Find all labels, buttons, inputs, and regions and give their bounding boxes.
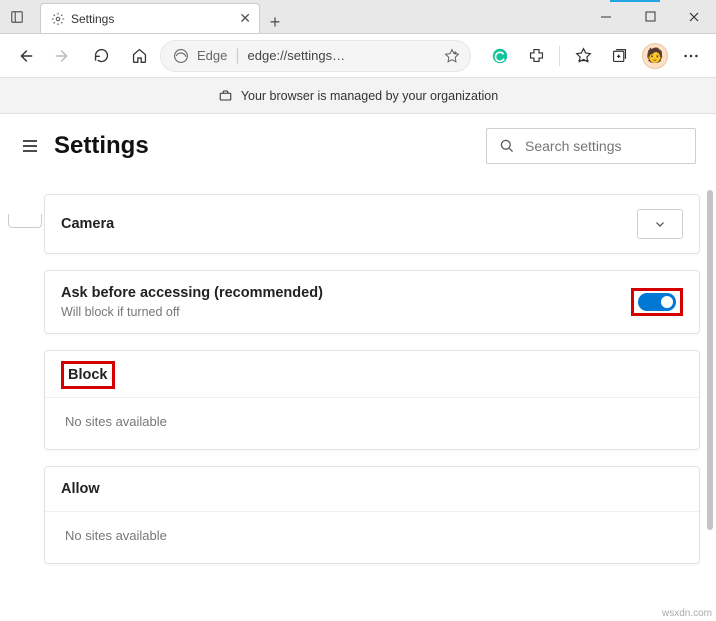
briefcase-icon xyxy=(218,88,233,103)
tab-title: Settings xyxy=(71,12,233,26)
managed-text: Your browser is managed by your organiza… xyxy=(241,89,498,103)
ask-title: Ask before accessing (recommended) xyxy=(61,285,323,301)
tab-actions-icon[interactable] xyxy=(0,0,34,33)
minimize-button[interactable] xyxy=(584,0,628,33)
search-input[interactable] xyxy=(525,138,706,154)
toolbar-right-icons: 🧑 xyxy=(475,39,708,73)
partial-card-edge xyxy=(8,214,42,228)
search-settings[interactable] xyxy=(486,128,696,164)
refresh-button[interactable] xyxy=(84,39,118,73)
vertical-scrollbar[interactable] xyxy=(707,190,713,530)
grammarly-icon[interactable] xyxy=(483,39,517,73)
settings-header: Settings xyxy=(0,114,716,178)
tab-settings[interactable]: Settings ✕ xyxy=(40,3,260,33)
content: Camera Ask before accessing (recommended… xyxy=(0,194,716,580)
gear-icon xyxy=(51,12,65,26)
extensions-icon[interactable] xyxy=(519,39,553,73)
ask-subtitle: Will block if turned off xyxy=(61,305,323,319)
managed-banner: Your browser is managed by your organiza… xyxy=(0,78,716,114)
address-bar[interactable]: Edge | edge://settings… xyxy=(160,40,471,72)
allow-empty-text: No sites available xyxy=(45,511,699,563)
more-menu-button[interactable] xyxy=(674,39,708,73)
window-controls xyxy=(584,0,716,33)
close-window-button[interactable] xyxy=(672,0,716,33)
search-icon xyxy=(499,138,515,154)
collections-icon[interactable] xyxy=(602,39,636,73)
new-tab-button[interactable]: + xyxy=(260,12,290,33)
allow-section: Allow No sites available xyxy=(44,466,700,564)
favorites-icon[interactable] xyxy=(566,39,600,73)
toolbar-separator xyxy=(559,46,560,66)
home-button[interactable] xyxy=(122,39,156,73)
highlight-toggle xyxy=(631,288,683,316)
menu-icon[interactable] xyxy=(20,136,40,156)
block-title: Block xyxy=(68,367,108,383)
ask-before-card: Ask before accessing (recommended) Will … xyxy=(44,270,700,334)
back-button[interactable] xyxy=(8,39,42,73)
page-title: Settings xyxy=(54,132,149,160)
highlight-block-title: Block xyxy=(61,361,115,389)
edge-logo-icon xyxy=(173,48,189,64)
camera-label: Camera xyxy=(61,216,114,232)
titlebar: Settings ✕ + xyxy=(0,0,716,34)
block-section: Block No sites available xyxy=(44,350,700,450)
window-top-accent xyxy=(610,0,660,2)
chevron-down-icon xyxy=(653,217,667,231)
forward-button xyxy=(46,39,80,73)
maximize-button[interactable] xyxy=(628,0,672,33)
close-tab-icon[interactable]: ✕ xyxy=(239,10,251,27)
watermark: wsxdn.com xyxy=(662,608,712,619)
address-brand: Edge xyxy=(197,48,227,63)
block-empty-text: No sites available xyxy=(45,397,699,449)
toolbar: Edge | edge://settings… 🧑 xyxy=(0,34,716,78)
camera-card: Camera xyxy=(44,194,700,254)
camera-expand-button[interactable] xyxy=(637,209,683,239)
ask-toggle[interactable] xyxy=(638,293,676,311)
profile-avatar[interactable]: 🧑 xyxy=(638,39,672,73)
address-url: edge://settings… xyxy=(248,48,346,63)
favorite-star-icon[interactable] xyxy=(444,48,460,64)
allow-title: Allow xyxy=(61,481,683,497)
tab-strip: Settings ✕ + xyxy=(34,0,584,33)
address-separator: | xyxy=(235,47,239,65)
